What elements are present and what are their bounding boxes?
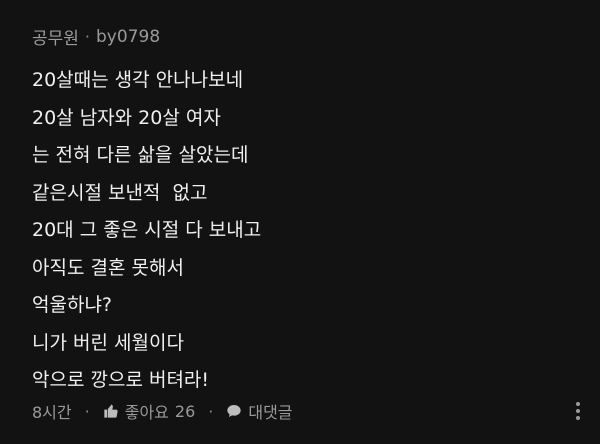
comment-line: 아직도 결혼 못해서 [32,256,184,279]
comment-line: 같은시절 보낸적 없고 [32,181,208,204]
comment-line: 악으로 깡으로 버텨라! [32,369,210,391]
more-dot [576,409,580,413]
comment-line: 20대 그 좋은 시절 다 보내고 [32,219,262,241]
like-label: 좋아요 [124,403,169,422]
comment-body: 20살때는 생각 안나나보네 20살 남자와 20살 여자 는 전혀 다른 삶을… [32,62,261,400]
comment-line: 니가 버린 세월이다 [32,331,184,354]
comment-line: 억울하냐? [32,294,113,316]
footer-separator: · [84,401,90,421]
footer-separator: · [208,401,214,421]
thumbs-up-icon [103,403,119,419]
more-dot [576,416,580,420]
reply-button[interactable]: 대댓글 [226,399,293,423]
reply-label: 대댓글 [248,403,293,422]
header-separator: · [84,27,91,46]
like-count: 26 [174,401,196,421]
author-name[interactable]: by0798 [96,27,160,47]
more-vertical-icon[interactable] [576,402,580,420]
more-dot [576,402,580,406]
comment-line: 20살때는 생각 안나나보네 [32,69,244,91]
speech-bubble-icon [226,403,242,419]
like-button[interactable]: 좋아요 26 [103,399,196,423]
comment-header: 공무원 · by0798 [32,24,160,50]
comment-footer: 8시간 · 좋아요 26 · 대댓글 [32,399,293,423]
comment-line: 20살 남자와 20살 여자 [32,106,221,129]
comment-line: 는 전혀 다른 삶을 살았는데 [32,144,249,166]
comment-time: 8시간 [32,403,72,422]
category-label[interactable]: 공무원 [32,24,79,49]
